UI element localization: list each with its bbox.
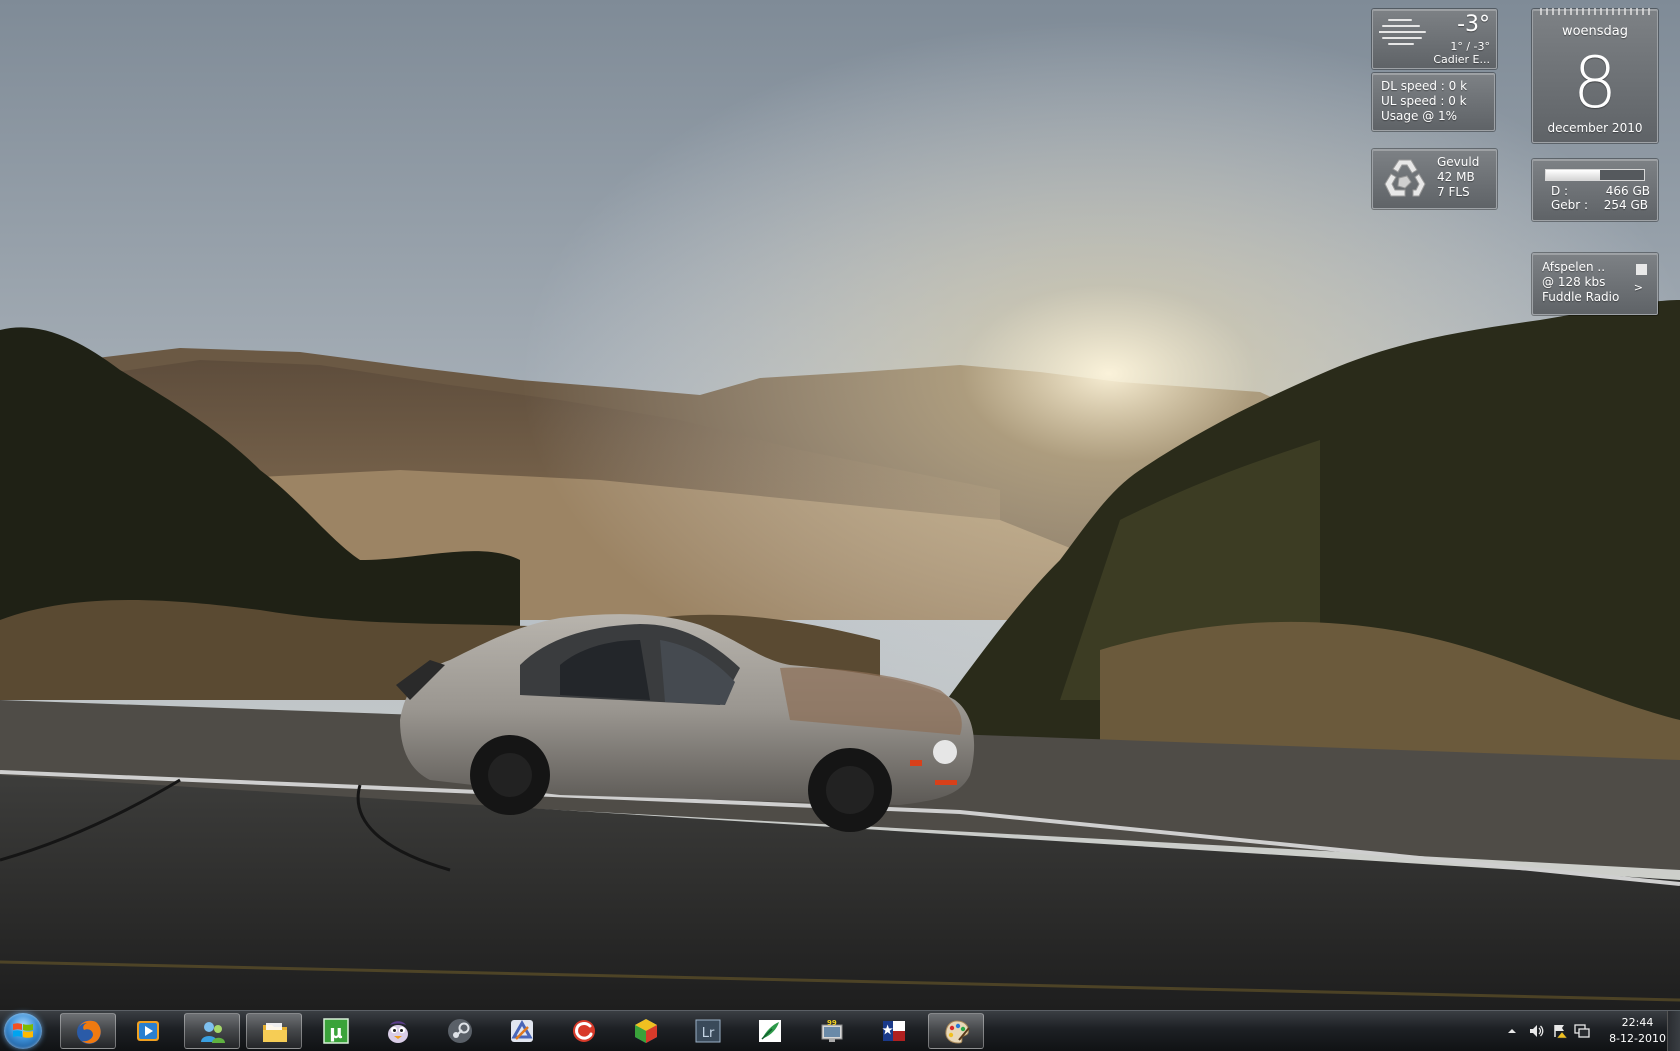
- taskbar-button-rdp-monitor[interactable]: 99: [804, 1013, 860, 1049]
- steam-icon: [448, 1019, 472, 1043]
- recycle-files: 7 FLS: [1437, 185, 1470, 199]
- calendar-binding-rings: [1540, 8, 1650, 15]
- clock-date: 8-12-2010: [1609, 1032, 1666, 1045]
- taskbar-button-steam[interactable]: [432, 1013, 488, 1049]
- download-speed: DL speed : 0 k: [1381, 79, 1468, 93]
- taskbar-button-paint[interactable]: [928, 1013, 984, 1049]
- upload-speed: UL speed : 0 k: [1381, 94, 1467, 108]
- drive-usage-fill: [1546, 170, 1600, 180]
- utorrent-glyph: µ: [329, 1022, 342, 1043]
- drive-usage-bar: [1545, 169, 1645, 181]
- messenger-icon: [201, 1022, 225, 1043]
- calendar-month-year: december 2010: [1547, 121, 1643, 135]
- action-center-warning-icon[interactable]: [1552, 1023, 1568, 1039]
- visual-studio-icon: [511, 1019, 533, 1042]
- taskbar-button-visual-studio[interactable]: [494, 1013, 550, 1049]
- fog-weather-icon: [1379, 19, 1426, 45]
- recycle-status: Gevuld: [1437, 155, 1480, 169]
- network-icon[interactable]: [1574, 1023, 1590, 1039]
- paint-icon: [945, 1020, 970, 1044]
- taskbar-button-lightroom[interactable]: Lr: [680, 1013, 736, 1049]
- taskbar-button-virtualbox[interactable]: [618, 1013, 674, 1049]
- calendar-day-number: 8: [1572, 42, 1618, 124]
- system-tray: 22:44 8-12-2010: [1480, 1011, 1680, 1051]
- calendar-day-name: woensdag: [1561, 24, 1629, 39]
- taskbar-button-media-player[interactable]: [120, 1013, 176, 1049]
- rdp-monitor-icon: 99: [821, 1019, 843, 1042]
- virtualbox-icon: [635, 1019, 657, 1043]
- taskbar-button-utorrent[interactable]: µ: [308, 1013, 364, 1049]
- taskbar-button-messenger[interactable]: [184, 1013, 240, 1049]
- drive-total-value: 466 GB: [1605, 184, 1651, 198]
- ccleaner-icon: [573, 1020, 595, 1042]
- taskbar-button-feather-app[interactable]: [742, 1013, 798, 1049]
- taskbar-button-star-flag[interactable]: [866, 1013, 922, 1049]
- weather-gadget[interactable]: -3° 1° / -3° Cadier E...: [1372, 9, 1497, 69]
- taskbar-button-ccleaner[interactable]: [556, 1013, 612, 1049]
- firefox-icon: [77, 1020, 101, 1044]
- recycle-icon: [1384, 159, 1426, 197]
- media-player-icon: [137, 1021, 159, 1041]
- drive-meter-gadget[interactable]: D : 466 GB Gebr : 254 GB: [1532, 159, 1658, 221]
- drive-used-row: Gebr : 254 GB: [1551, 198, 1648, 212]
- stop-icon[interactable]: [1636, 264, 1647, 275]
- drive-total-label: D :: [1551, 184, 1569, 198]
- clock-time: 22:44: [1621, 1016, 1654, 1029]
- network-meter-gadget[interactable]: DL speed : 0 k UL speed : 0 k Usage @ 1%: [1372, 73, 1495, 131]
- drive-used-value: 254 GB: [1603, 198, 1648, 212]
- internet-radio-gadget[interactable]: Afspelen .. @ 128 kbs Fuddle Radio >: [1532, 253, 1658, 315]
- taskbar-clock[interactable]: 22:44 8-12-2010: [1609, 1015, 1666, 1047]
- taskbar-button-firefox[interactable]: [60, 1013, 116, 1049]
- taskbar-button-explorer[interactable]: [246, 1013, 302, 1049]
- taskbar: µ Lr 99 22:44 8-12-2010: [0, 1010, 1680, 1051]
- explorer-folder-icon: [263, 1023, 287, 1042]
- taskbar-button-pidgin[interactable]: [370, 1013, 426, 1049]
- radio-bitrate: @ 128 kbs: [1542, 275, 1606, 289]
- show-desktop-button[interactable]: [1667, 1011, 1680, 1051]
- network-usage: Usage @ 1%: [1381, 109, 1458, 123]
- next-station-icon[interactable]: >: [1634, 280, 1643, 295]
- pidgin-icon: [388, 1021, 408, 1043]
- lightroom-icon: Lr: [695, 1019, 721, 1043]
- radio-status: Afspelen ..: [1542, 260, 1606, 274]
- lightroom-text: Lr: [702, 1026, 715, 1041]
- feather-app-icon: [759, 1020, 781, 1042]
- weather-city: Cadier E...: [1433, 53, 1490, 66]
- weather-temperature: -3°: [1457, 12, 1490, 37]
- recycle-size: 42 MB: [1437, 170, 1475, 184]
- star-flag-icon: [882, 1021, 905, 1041]
- drive-used-label: Gebr :: [1551, 198, 1589, 212]
- recycle-bin-gadget[interactable]: Gevuld 42 MB 7 FLS: [1372, 149, 1497, 209]
- show-hidden-icons-arrow-icon[interactable]: [1504, 1023, 1520, 1039]
- calendar-gadget[interactable]: woensdag 8 december 2010: [1532, 8, 1658, 143]
- drive-total-row: D : 466 GB: [1551, 184, 1650, 198]
- utorrent-icon: µ: [323, 1018, 349, 1044]
- rdp-badge: 99: [827, 1019, 837, 1027]
- start-button[interactable]: [4, 1013, 42, 1049]
- volume-icon[interactable]: [1528, 1023, 1544, 1039]
- weather-range: 1° / -3°: [1450, 40, 1490, 53]
- windows-logo-icon: [13, 1023, 33, 1038]
- radio-station: Fuddle Radio: [1542, 290, 1620, 304]
